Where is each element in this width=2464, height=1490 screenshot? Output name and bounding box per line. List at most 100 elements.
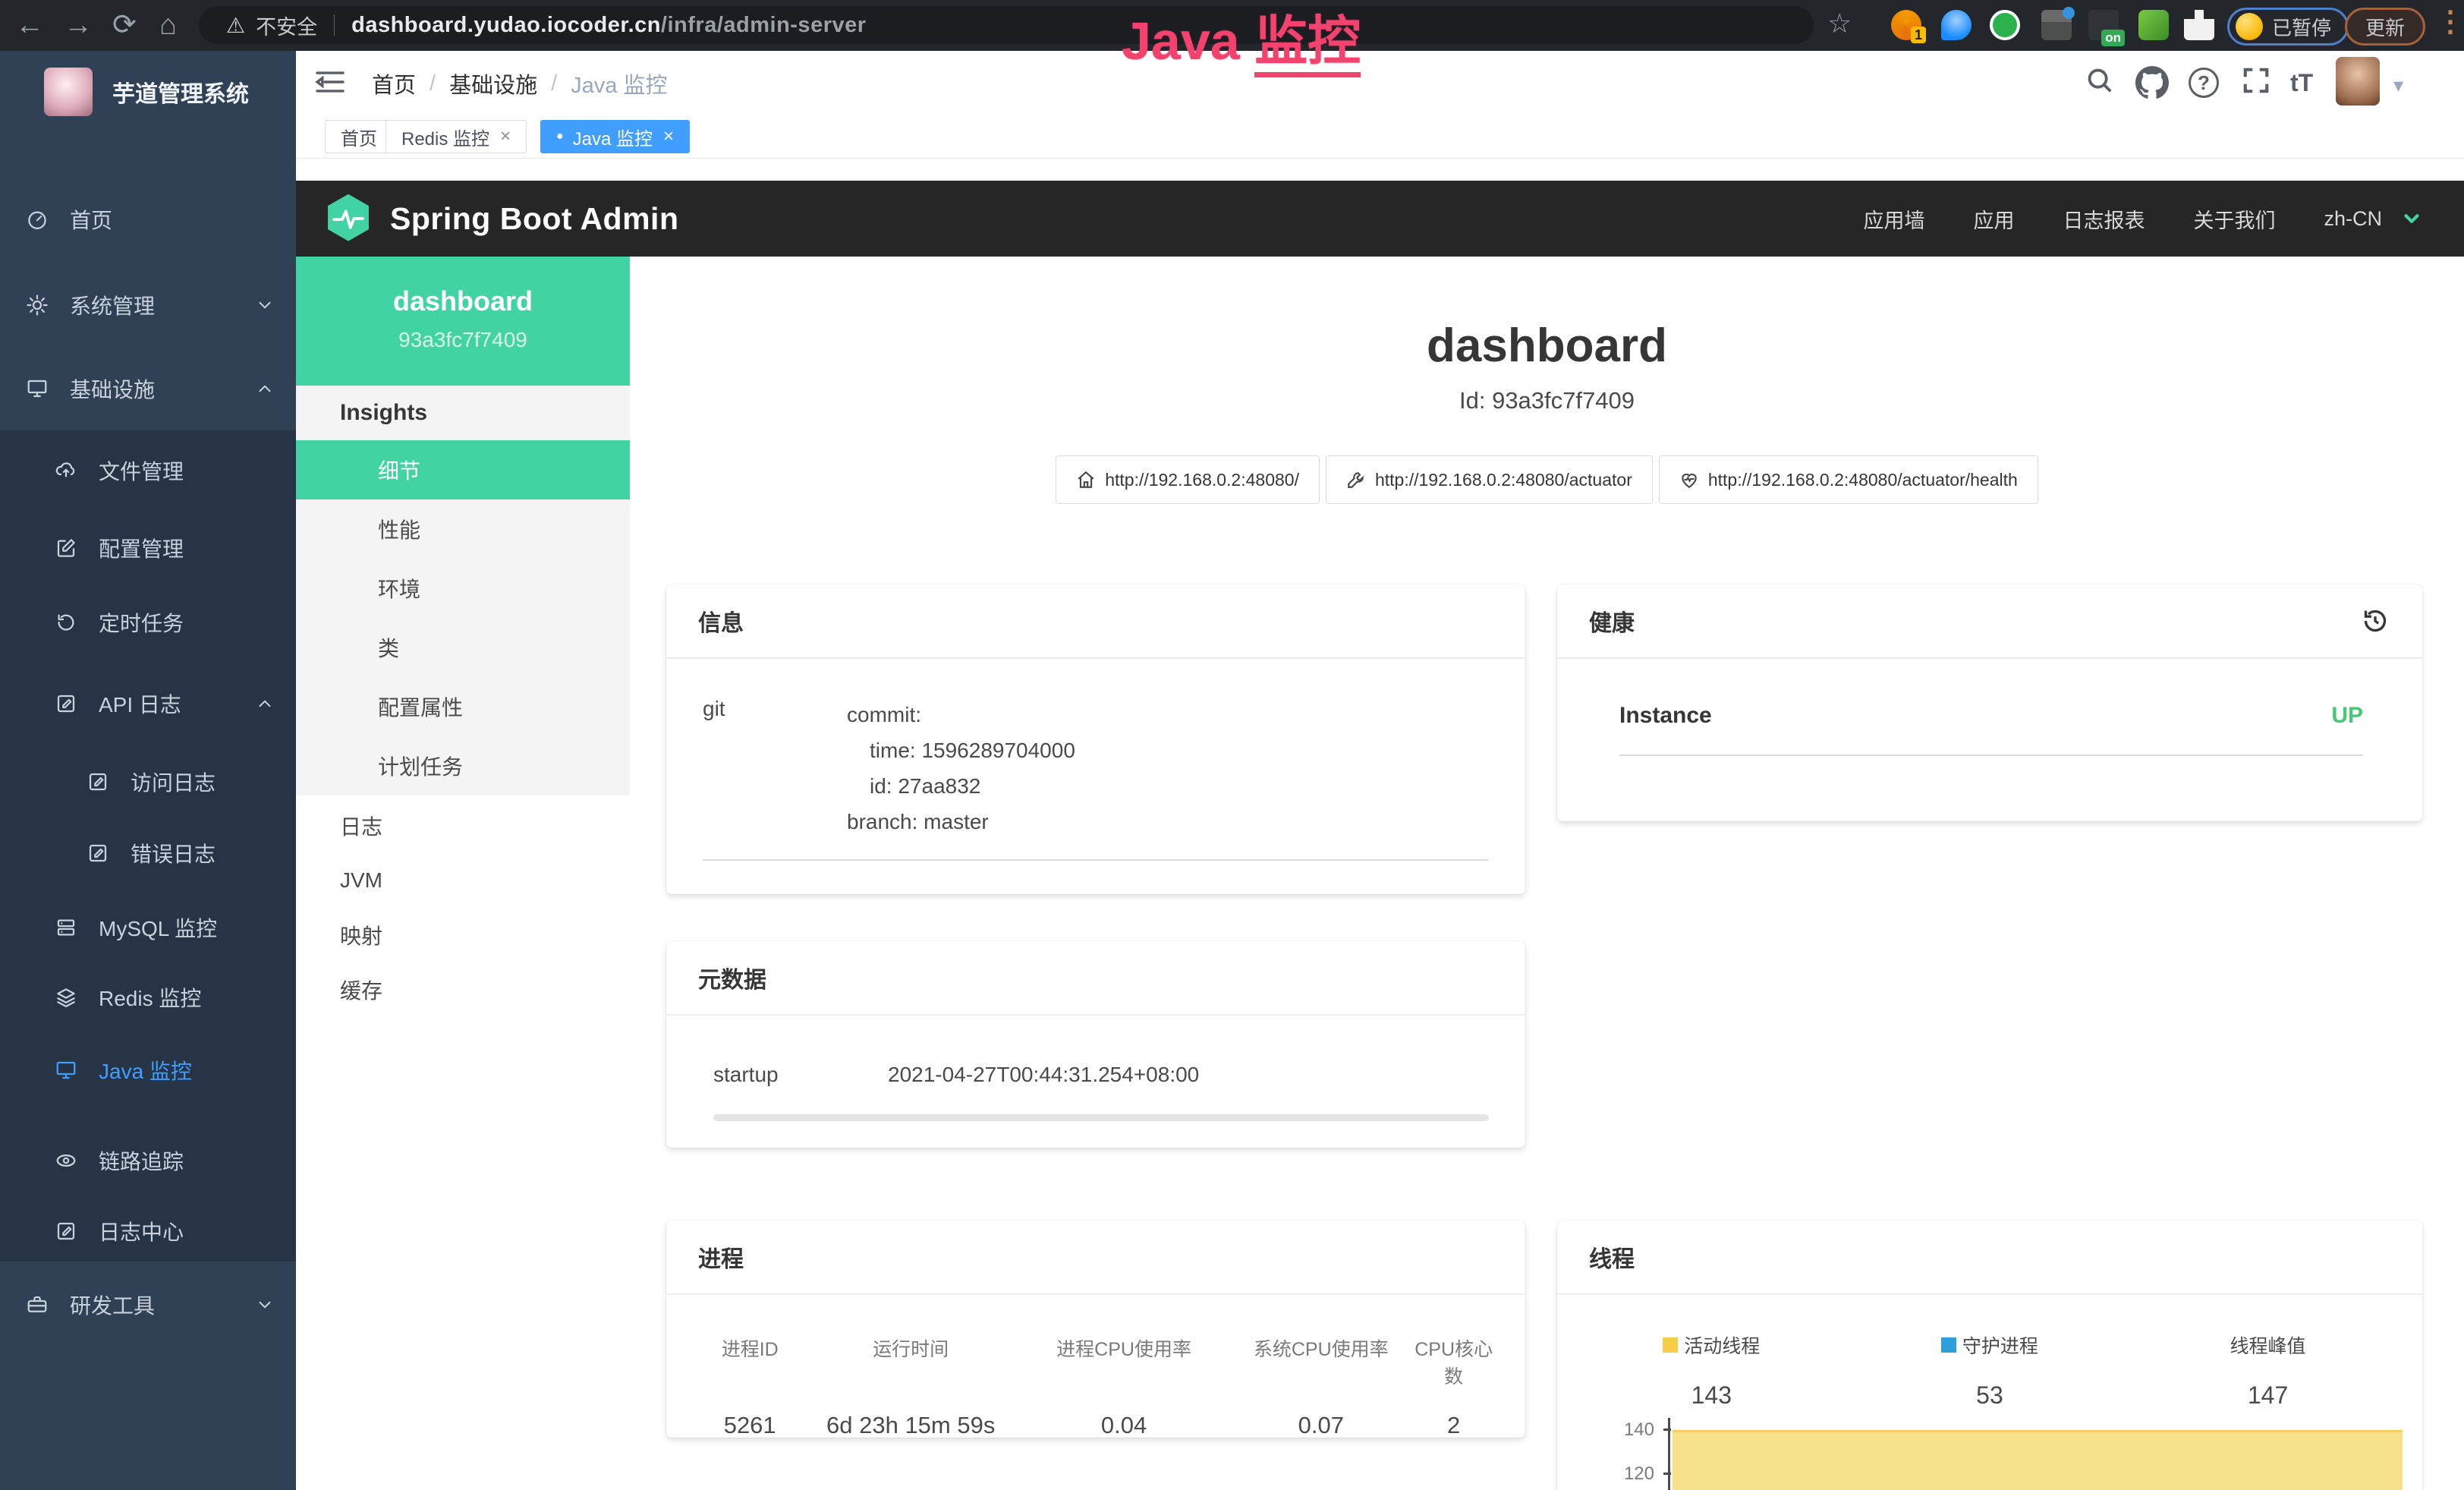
not-secure-warning-icon: ⚠	[226, 13, 245, 38]
sidebar-item-label: 日志中心	[99, 1216, 184, 1246]
browser-menu-icon[interactable]: ⋮	[2436, 5, 2464, 39]
extension-leaf-icon[interactable]	[2138, 10, 2169, 40]
tab-label: Java 监控	[573, 124, 653, 150]
instance-id: 93a3fc7f7409	[296, 328, 630, 352]
breadcrumb: 首页 / 基础设施 / Java 监控	[372, 68, 667, 99]
edit-icon	[55, 537, 77, 559]
extension-puzzle-icon[interactable]	[2184, 10, 2214, 40]
extension-pin-icon[interactable]	[1941, 10, 1972, 40]
sidebar-item-java-monitor[interactable]: Java 监控	[0, 1047, 296, 1093]
home-icon	[1076, 470, 1096, 490]
sba-language-select[interactable]: zh-CN	[2324, 207, 2382, 231]
tab-java-monitor[interactable]: ● Java 监控 ×	[540, 120, 690, 153]
not-secure-label[interactable]: 不安全	[256, 11, 317, 40]
sba-nav-about[interactable]: 关于我们	[2193, 204, 2275, 234]
profile-paused-badge[interactable]: 已暂停	[2227, 8, 2349, 46]
sba-nav-journal[interactable]: 日志报表	[2063, 204, 2145, 234]
chevron-down-icon[interactable]	[2400, 207, 2423, 230]
sba-brand-title[interactable]: Spring Boot Admin	[390, 201, 678, 237]
chevron-down-icon	[255, 1295, 275, 1315]
font-size-icon[interactable]: tT	[2290, 69, 2313, 97]
fullscreen-icon[interactable]	[2242, 66, 2270, 95]
sidebar-item-config-manage[interactable]: 配置管理	[0, 525, 296, 571]
home-icon[interactable]: ⌂	[159, 6, 177, 44]
sidebar-item-label: 错误日志	[131, 838, 216, 868]
sidebar-item-scheduled-jobs[interactable]: 定时任务	[0, 600, 296, 645]
legend-swatch-live	[1663, 1337, 1678, 1353]
sidebar-item-error-log[interactable]: 错误日志	[0, 830, 296, 876]
sidebar-item-log-center[interactable]: 日志中心	[0, 1208, 296, 1254]
sidebar-item-mysql-monitor[interactable]: MySQL 监控	[0, 905, 296, 950]
actuator-url-button[interactable]: http://192.168.0.2:48080/actuator	[1326, 455, 1653, 504]
area-series-live-threads	[1673, 1430, 2403, 1490]
tab-home[interactable]: 首页	[325, 120, 393, 153]
health-status-badge: UP	[2331, 703, 2363, 729]
caret-down-icon[interactable]: ▾	[2393, 74, 2403, 97]
tab-redis-monitor[interactable]: Redis 监控 ×	[385, 120, 527, 153]
tab-close-icon[interactable]: ×	[500, 126, 511, 147]
hamburger-icon[interactable]	[314, 69, 346, 95]
sba-nav-wallboard[interactable]: 应用墙	[1863, 204, 1924, 234]
sidebar-item-home[interactable]: 首页	[0, 197, 296, 242]
sba-menu-metrics[interactable]: 性能	[296, 499, 630, 559]
sba-menu-config-props[interactable]: 配置属性	[296, 677, 630, 736]
reload-icon[interactable]: ⟳	[112, 6, 137, 44]
insights-section-header: Insights	[296, 386, 630, 440]
cpu-cores-value: 2	[1409, 1412, 1498, 1439]
sba-menu-caches[interactable]: 缓存	[296, 962, 630, 1017]
extension-grid-icon[interactable]	[2041, 10, 2072, 40]
health-row-label: Instance	[1619, 703, 1712, 729]
legend-label: 线程峰值	[2230, 1331, 2306, 1359]
process-table-values: 5261 6d 23h 15m 59s 0.04 0.07 2	[694, 1412, 1498, 1439]
sba-menu-jvm[interactable]: JVM	[296, 853, 630, 908]
sidebar-item-redis-monitor[interactable]: Redis 监控	[0, 975, 296, 1020]
extension-switch-icon[interactable]: on	[2088, 10, 2119, 40]
dashboard-icon	[26, 208, 49, 231]
process-id-value: 5261	[694, 1412, 806, 1439]
sidebar-submenu-infra: 文件管理 配置管理 定时任务 API 日志 访问日志 错误日志 MySQL 监控	[0, 430, 296, 1262]
horizontal-scrollbar[interactable]	[713, 1114, 1489, 1121]
chrome-update-button[interactable]: 更新	[2345, 8, 2425, 46]
spring-boot-admin-logo	[323, 192, 373, 245]
sidebar-item-tracing[interactable]: 链路追踪	[0, 1138, 296, 1183]
instance-title: dashboard	[630, 319, 2464, 373]
back-icon[interactable]: ←	[15, 6, 44, 44]
github-icon[interactable]	[2135, 66, 2169, 99]
extension-icon-1[interactable]: 1	[1891, 10, 1921, 40]
sidebar-item-file-manage[interactable]: 文件管理	[0, 448, 296, 493]
sba-menu-mappings[interactable]: 映射	[296, 908, 630, 962]
tab-close-icon[interactable]: ×	[663, 126, 674, 147]
service-url-button[interactable]: http://192.168.0.2:48080/	[1056, 455, 1320, 504]
instance-links: http://192.168.0.2:48080/ http://192.168…	[630, 455, 2464, 504]
sidebar-item-dev-tools[interactable]: 研发工具	[0, 1282, 296, 1328]
search-icon[interactable]	[2085, 66, 2114, 95]
breadcrumb-home[interactable]: 首页	[372, 68, 416, 99]
user-avatar[interactable]	[2336, 57, 2380, 106]
history-icon[interactable]	[2360, 606, 2390, 636]
health-url-button[interactable]: http://192.168.0.2:48080/actuator/health	[1659, 455, 2038, 504]
app-logo-row[interactable]: 芋道管理系统	[0, 61, 296, 122]
breadcrumb-infra[interactable]: 基础设施	[449, 68, 537, 99]
bookmark-star-icon[interactable]: ☆	[1827, 5, 1852, 43]
help-icon[interactable]: ?	[2189, 68, 2219, 98]
sidebar-item-infra[interactable]: 基础设施	[0, 366, 296, 411]
sidebar-item-system[interactable]: 系统管理	[0, 282, 296, 328]
live-threads-value: 143	[1572, 1381, 1851, 1410]
forward-icon[interactable]: →	[64, 6, 93, 44]
threads-card-title: 线程	[1557, 1221, 2422, 1295]
sidebar-item-access-log[interactable]: 访问日志	[0, 759, 296, 805]
log-edit-icon	[87, 770, 109, 793]
sba-menu-details[interactable]: 细节	[296, 440, 630, 499]
sba-menu-logs[interactable]: 日志	[296, 799, 630, 853]
sba-menu-scheduled-tasks[interactable]: 计划任务	[296, 736, 630, 795]
health-instance-row[interactable]: Instance UP	[1619, 703, 2363, 729]
legend-swatch-daemon	[1941, 1337, 1956, 1353]
sba-instance-header[interactable]: dashboard 93a3fc7f7409	[296, 257, 630, 386]
sba-nav-applications[interactable]: 应用	[1973, 204, 2014, 234]
sidebar-item-api-log[interactable]: API 日志	[0, 681, 296, 726]
sba-menu-environment[interactable]: 环境	[296, 559, 630, 618]
sba-menu-classes[interactable]: 类	[296, 618, 630, 677]
address-bar[interactable]: ⚠ 不安全 dashboard.yudao.iocoder.cn/infra/a…	[199, 6, 1814, 44]
breadcrumb-separator: /	[551, 71, 557, 96]
extension-y-icon[interactable]	[1990, 10, 2020, 40]
